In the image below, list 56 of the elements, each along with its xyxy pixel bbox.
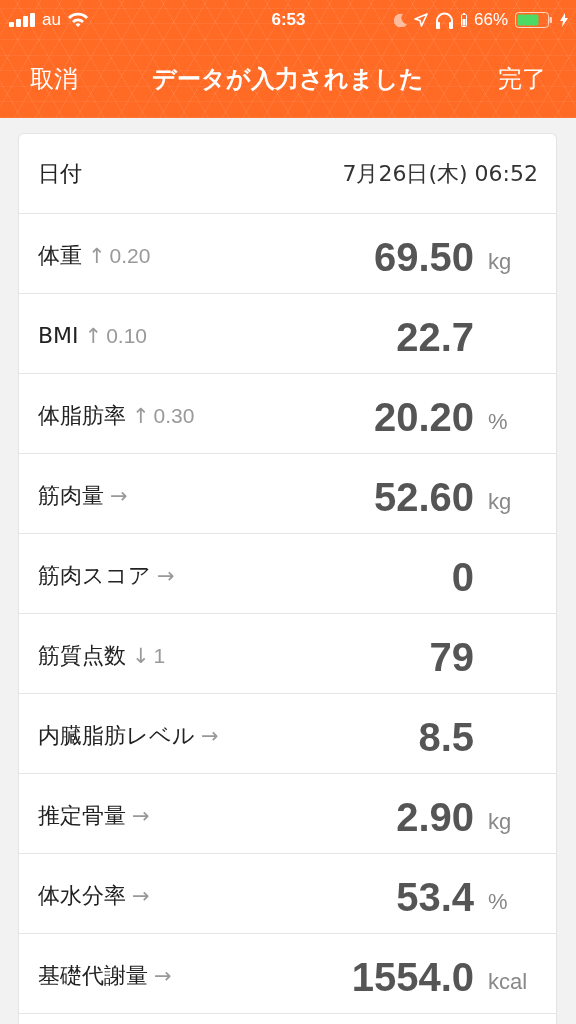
done-button[interactable]: 完了 [498,63,546,95]
headphones-icon [434,11,454,29]
right-arrow: → [201,723,219,748]
location-arrow-icon [413,13,428,27]
measurement-value: 22.7 [396,314,474,360]
wifi-icon [66,12,89,28]
up-arrow: ↑ [132,403,150,428]
unit-label: % [488,888,508,914]
measurement-value: 8.5 [418,714,474,760]
measurement-value: 1554.0 [351,954,474,1000]
change-value: 0.10 [106,324,148,348]
measurement-label: 基礎代謝量 [38,961,148,990]
unit-label: kg [488,808,512,834]
measurement-label: 体重 [38,241,82,270]
unit-label: kg [488,248,512,274]
battery-icon [515,12,553,28]
unit-label: % [488,408,508,434]
down-arrow: ↓ [132,643,150,668]
screen-title: データが入力されました [152,64,424,95]
measurement-value: 2.90 [396,794,474,840]
measurement-label: 内臓脂肪レベル [38,721,195,750]
right-arrow: → [132,803,150,828]
measurement-value: 52.60 [373,474,474,520]
charging-bolt-icon [560,13,568,27]
right-arrow: → [132,883,150,908]
measurement-label: 体水分率 [38,881,126,910]
small-battery-icon [460,13,467,27]
carrier-name: au [42,10,61,30]
up-arrow: ↑ [84,324,103,348]
measurement-label: BMI [38,323,79,348]
measurement-label: 推定骨量 [38,801,126,830]
measurement-label: 筋肉スコア [38,561,151,590]
measurement-value: 0 [451,554,474,600]
change-value: 0.20 [109,243,151,268]
unit-label: kcal [488,968,528,994]
measurement-value: 69.50 [373,234,474,280]
right-arrow: → [110,483,128,508]
measurement-label: 筋肉量 [38,481,104,510]
date-label: 日付 [38,159,82,188]
up-arrow: ↑ [88,243,106,268]
right-arrow: → [157,563,175,588]
right-arrow: → [154,963,172,988]
cancel-button[interactable]: 取消 [30,63,78,95]
change-value: 1 [153,643,166,668]
unit-label: kg [488,488,512,514]
change-value: 0.30 [153,403,195,428]
moon-icon [393,13,407,27]
date-value[interactable]: 7月26日(木) 06:52 [342,158,538,189]
measurement-value: 53.4 [396,874,474,920]
clock-time: 6:53 [271,10,306,30]
battery-percent: 66% [473,10,508,30]
measurement-label: 筋質点数 [38,641,126,670]
measurement-value: 20.20 [373,394,474,440]
signal-icon [9,13,36,27]
measurement-label: 体脂肪率 [38,401,126,430]
measurement-value: 79 [429,634,474,680]
